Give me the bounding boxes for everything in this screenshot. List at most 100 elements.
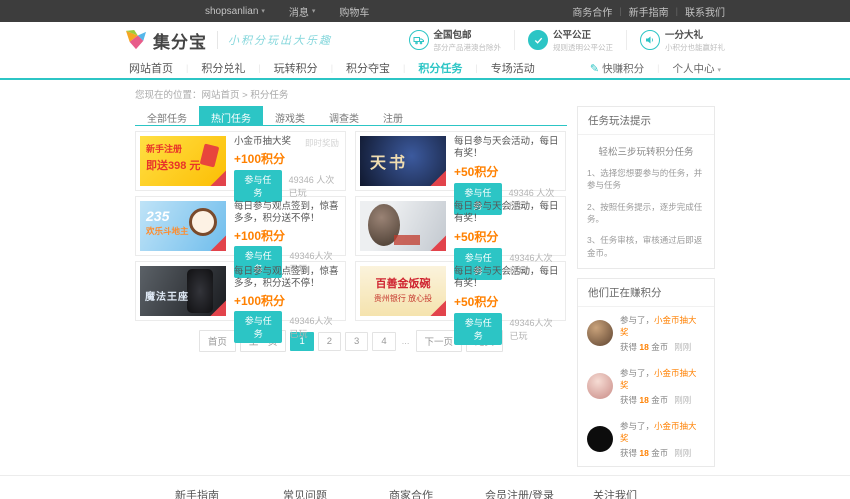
earning-amount: 18 [639, 342, 648, 352]
account-center-menu[interactable]: 个人中心▾ [668, 61, 725, 76]
brand-slogan: 小积分玩出大乐趣 [228, 32, 332, 48]
earning-got: 获得 [620, 395, 637, 405]
nav-play-points[interactable]: 玩转积分 [270, 60, 322, 76]
tab-survey[interactable]: 调查类 [317, 106, 371, 125]
earning-unit: 金币 [651, 342, 668, 352]
task-title-link[interactable]: 每日参与观点签到，惊喜多多，积分送不停！ [234, 266, 341, 291]
divider: | [403, 63, 405, 73]
tab-game[interactable]: 游戏类 [263, 106, 317, 125]
task-title-link[interactable]: 每日参与天会活动，每日有奖！ [454, 266, 561, 291]
badge-subtitle: 规则透明公平公正 [553, 42, 613, 53]
earning-unit: 金币 [651, 448, 668, 458]
earning-item: 参与了，小金币抽大奖 获得 18 金币刚刚 [578, 413, 714, 466]
page-4-button[interactable]: 4 [372, 332, 395, 351]
tab-register[interactable]: 注册 [371, 106, 415, 125]
truck-icon [409, 30, 429, 50]
cartoon-face-graphic [189, 208, 217, 236]
earning-now-box: 他们正在赚积分 参与了，小金币抽大奖 获得 18 金币刚刚 参与了，小金币抽大奖… [577, 278, 715, 467]
tab-hot-tasks[interactable]: 热门任务 [199, 106, 263, 125]
task-participants: 49346人次已玩 [509, 316, 561, 342]
thumb-text: 天书 [360, 136, 446, 173]
breadcrumb-current: 积分任务 [250, 90, 288, 101]
chevron-down-icon: ▾ [717, 67, 721, 74]
earning-amount: 18 [639, 448, 648, 458]
speaker-icon [640, 30, 660, 50]
earning-item: 参与了，小金币抽大奖 获得 18 金币刚刚 [578, 307, 714, 360]
earning-unit: 金币 [651, 395, 668, 405]
task-thumbnail [360, 201, 446, 251]
divider: | [258, 63, 260, 73]
task-points: +100积分 [234, 227, 341, 244]
task-title-link[interactable]: 每日参与天会活动，每日有奖！ [454, 136, 561, 161]
task-thumbnail: 百善金饭碗 贵州银行 放心投 [360, 266, 446, 316]
site-logo[interactable]: 集分宝 [125, 28, 207, 53]
site-footer: 新手指南 会员注册登录 积累金币方式 如何兑换礼品 常见问题 如何找回密码 礼品… [0, 475, 850, 499]
task-list-panel: 全部任务 热门任务 游戏类 调查类 注册 新手注册 即送398 元 小金币抽大奖… [135, 106, 567, 467]
nav-points-tasks[interactable]: 积分任务 [414, 60, 466, 76]
breadcrumb-prefix: 您现在的位置： [135, 90, 202, 101]
service-badges: 全国包邮 部分产品港澳台除外 公平公正 规则透明公平公正 [409, 27, 726, 53]
task-participants: 49346人次已玩 [289, 314, 341, 340]
tips-subtitle: 轻松三步玩转积分任务 [587, 144, 705, 158]
task-grid: 新手注册 即送398 元 小金币抽大奖 即时奖励 +100积分 参与任务 493… [135, 131, 567, 321]
join-task-button[interactable]: 参与任务 [454, 313, 502, 345]
earning-amount: 18 [639, 395, 648, 405]
nav-home[interactable]: 网站首页 [125, 60, 177, 76]
top-utility-bar: shopsanlian▾ 消息▾ 购物车 商务合作 | 新手指南 | 联系我们 [0, 0, 850, 22]
task-card: 魔法王座 每日参与观点签到，惊喜多多，积分送不停！ +100积分 参与任务 49… [135, 261, 346, 321]
sidebar: 任务玩法提示 轻松三步玩转积分任务 1、选择您想要参与的任务，并参与任务 2、按… [577, 106, 715, 467]
task-points: +100积分 [234, 292, 341, 309]
badge-title: 一分大礼 [665, 27, 725, 41]
divider: | [331, 63, 333, 73]
page-ellipsis: ... [400, 333, 412, 350]
earning-item: 参与了，小金币抽大奖 获得 18 金币刚刚 [578, 360, 714, 413]
messages-menu[interactable]: 消息▾ [289, 4, 316, 19]
badge-fairness: 公平公正 规则透明公平公正 [528, 27, 613, 53]
quick-earn-points-link[interactable]: ✎快赚积分 [586, 61, 648, 76]
thumb-text: 魔法王座 [145, 288, 189, 303]
page-first-button[interactable]: 首页 [199, 330, 236, 352]
badge-one-cent-gift: 一分大礼 小积分也能赢好礼 [640, 27, 725, 53]
shield-check-icon [528, 30, 548, 50]
newbie-guide-link[interactable]: 新手指南 [629, 4, 669, 19]
breadcrumb-home-link[interactable]: 网站首页 [202, 90, 240, 101]
badge-title: 公平公正 [553, 27, 613, 41]
task-card: 235 欢乐斗地主 每日参与观点签到，惊喜多多，积分送不停！ +100积分 参与… [135, 196, 346, 256]
task-tips-box: 任务玩法提示 轻松三步玩转积分任务 1、选择您想要参与的任务，并参与任务 2、按… [577, 106, 715, 269]
earning-box-title: 他们正在赚积分 [578, 279, 714, 307]
main-nav: 网站首页 | 积分兑礼 | 玩转积分 | 积分夺宝 | 积分任务 | 专场活动 … [0, 58, 850, 80]
divider: | [676, 6, 678, 16]
portrait-graphic [187, 269, 213, 313]
task-title-link[interactable]: 每日参与观点签到，惊喜多多，积分送不停！ [234, 201, 341, 226]
tip-step: 1、选择您想要参与的任务，并参与任务 [587, 167, 705, 192]
task-card: 每日参与天会活动，每日有奖！ +50积分 参与任务 49346人次已玩 [355, 196, 566, 256]
avatar [587, 320, 613, 346]
contact-us-link[interactable]: 联系我们 [685, 4, 725, 19]
thumb-text: 百善金饭碗 [360, 266, 446, 291]
task-thumbnail: 新手注册 即送398 元 [140, 136, 226, 186]
earning-prefix: 参与了， [620, 421, 654, 431]
join-task-button[interactable]: 参与任务 [234, 170, 282, 202]
tab-all-tasks[interactable]: 全部任务 [135, 106, 199, 125]
account-menu[interactable]: shopsanlian▾ [205, 4, 265, 19]
earning-time: 刚刚 [674, 395, 691, 405]
nav-points-treasure[interactable]: 积分夺宝 [342, 60, 394, 76]
divider: | [657, 63, 659, 73]
business-coop-link[interactable]: 商务合作 [572, 4, 612, 19]
avatar [587, 373, 613, 399]
page-3-button[interactable]: 3 [345, 332, 368, 351]
task-points: +50积分 [454, 163, 561, 180]
nav-special-events[interactable]: 专场活动 [487, 60, 539, 76]
avatar [587, 426, 613, 452]
chevron-down-icon: ▾ [312, 7, 316, 15]
join-task-button[interactable]: 参与任务 [234, 311, 282, 343]
cart-link[interactable]: 购物车 [339, 4, 369, 19]
task-title-link[interactable]: 每日参与天会活动，每日有奖！ [454, 201, 561, 226]
logo-graphic [394, 235, 420, 245]
badge-subtitle: 部分产品港澳台除外 [434, 42, 502, 53]
task-thumbnail: 天书 [360, 136, 446, 186]
task-thumbnail: 魔法王座 [140, 266, 226, 316]
earning-prefix: 参与了， [620, 368, 654, 378]
divider [217, 31, 218, 49]
nav-points-exchange[interactable]: 积分兑礼 [197, 60, 249, 76]
